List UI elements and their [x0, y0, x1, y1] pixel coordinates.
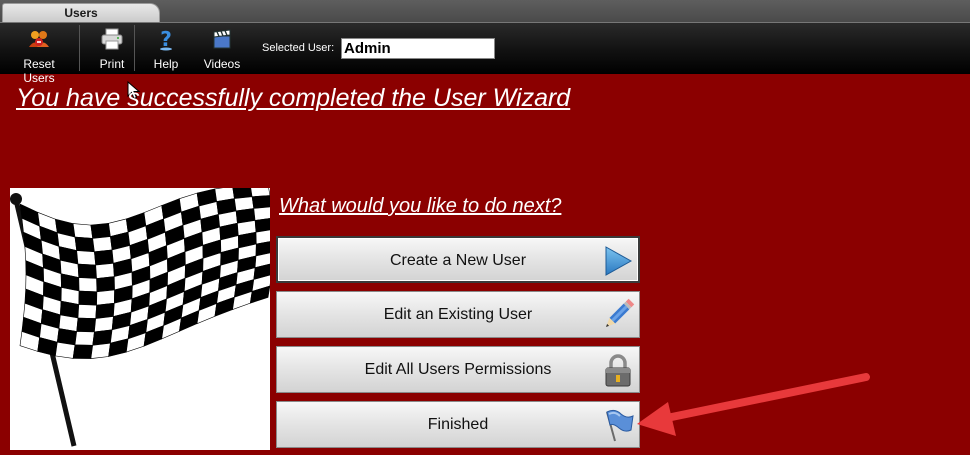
checkered-flag-icon [10, 183, 275, 447]
blue-flag-icon [601, 408, 635, 442]
svg-text:?: ? [160, 27, 172, 51]
finished-button[interactable]: Finished [276, 401, 640, 448]
help-button[interactable]: ? Help [148, 25, 184, 72]
help-icon: ? [148, 27, 184, 51]
film-clapper-icon [201, 27, 243, 51]
help-label: Help [153, 57, 179, 71]
create-new-user-label: Create a New User [389, 252, 527, 269]
selected-user-label: Selected User: [262, 42, 335, 54]
checkered-flag-image [10, 183, 275, 450]
play-arrow-icon [600, 244, 634, 278]
pencil-icon [601, 298, 635, 332]
reset-users-icon [6, 27, 72, 51]
edit-existing-user-button[interactable]: Edit an Existing User [276, 291, 640, 338]
toolbar: Reset Users Print ? Help Videos Selected… [0, 22, 970, 85]
reset-users-button[interactable]: Reset Users [6, 25, 72, 85]
videos-button[interactable]: Videos [201, 25, 243, 72]
print-label: Print [99, 57, 125, 71]
videos-label: Videos [203, 57, 241, 71]
tab-users[interactable]: Users [2, 3, 160, 23]
selected-user-field[interactable]: Admin [341, 38, 495, 59]
padlock-icon [601, 353, 635, 387]
finished-label: Finished [427, 416, 489, 433]
toolbar-separator [79, 25, 80, 71]
create-new-user-button[interactable]: Create a New User [276, 236, 640, 283]
page-title: You have successfully completed the User… [16, 84, 571, 112]
reset-users-label: Reset Users [23, 57, 55, 85]
print-button[interactable]: Print [91, 25, 133, 72]
tab-strip: Users [0, 0, 970, 23]
edit-existing-user-label: Edit an Existing User [383, 306, 533, 323]
printer-icon [91, 27, 133, 51]
edit-all-permissions-button[interactable]: Edit All Users Permissions [276, 346, 640, 393]
edit-all-permissions-label: Edit All Users Permissions [364, 361, 552, 378]
toolbar-separator [134, 25, 135, 71]
next-steps-heading: What would you like to do next? [279, 195, 562, 217]
